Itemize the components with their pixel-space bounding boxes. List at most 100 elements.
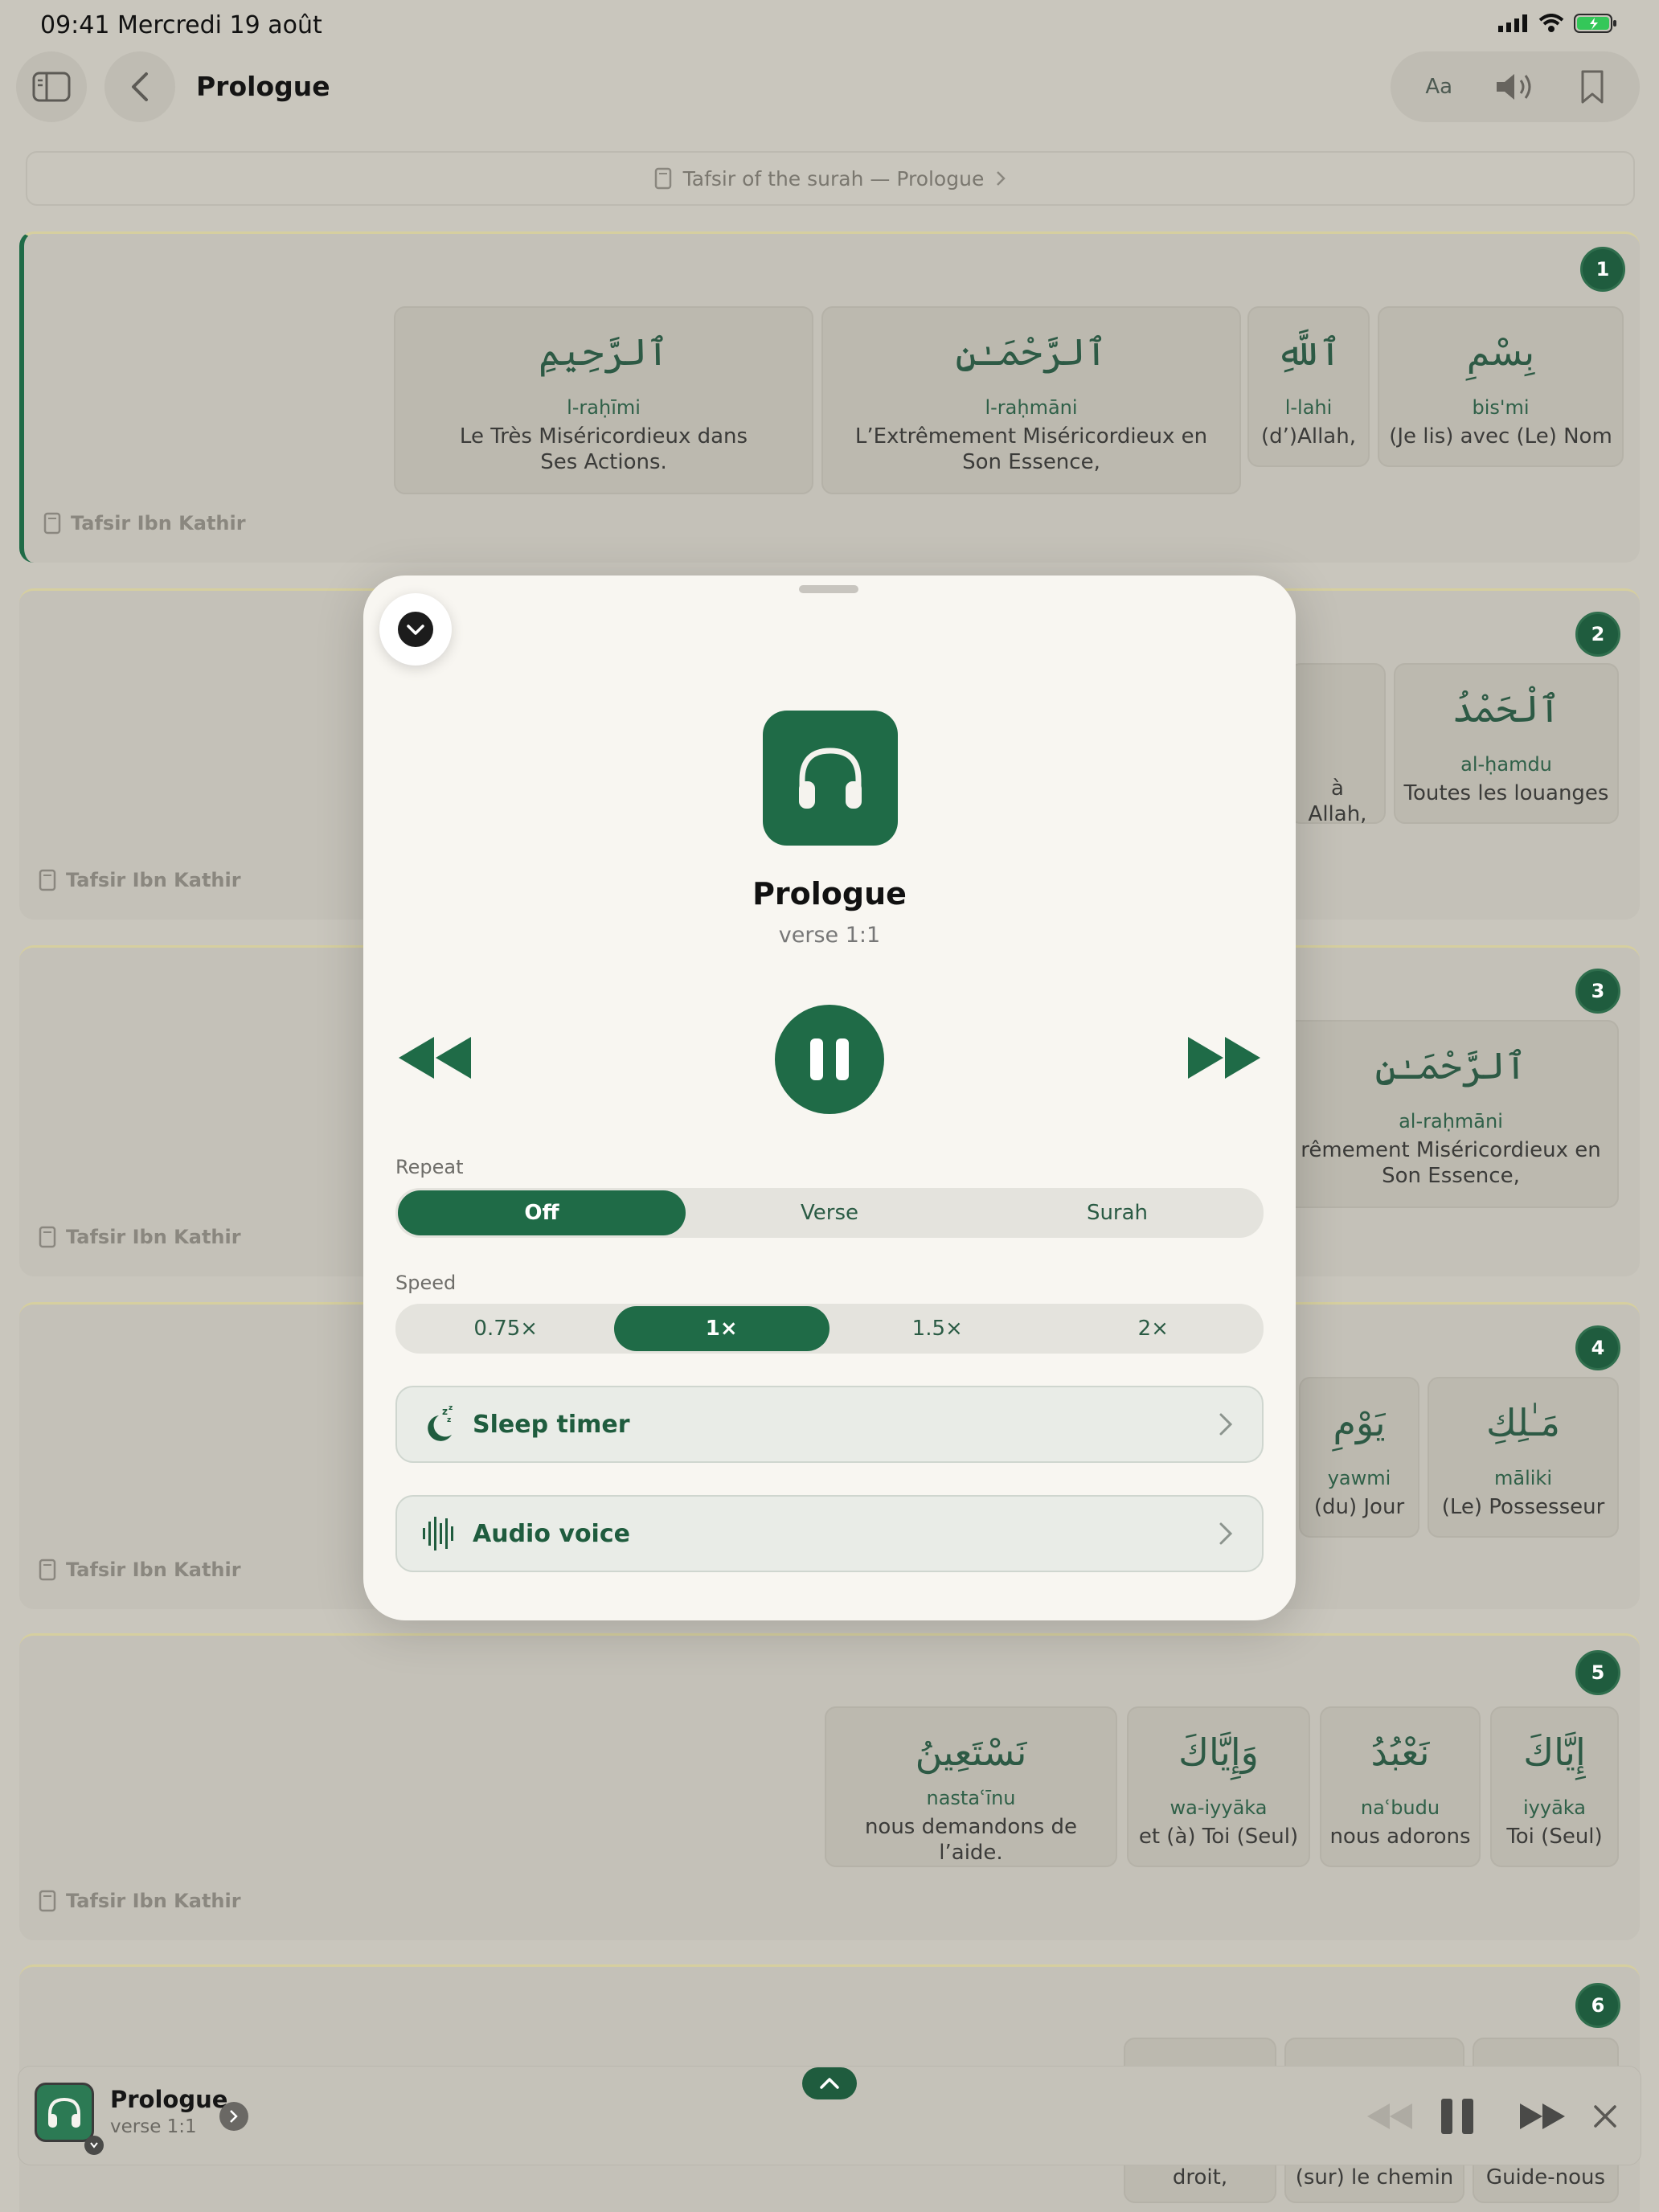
word-translit: al-raḥmāni	[1399, 1110, 1503, 1133]
speaker-icon[interactable]	[1493, 71, 1538, 103]
book-icon	[39, 869, 56, 891]
svg-text:z: z	[442, 1406, 448, 1417]
word-arabic: نَعْبُدُ	[1370, 1731, 1430, 1774]
word-card[interactable]: à Allah,	[1289, 663, 1386, 826]
word-translit: iyyāka	[1523, 1796, 1586, 1819]
word-card[interactable]: ٱلرَّحِيمِ l-raḥīmi Le Très Miséricordie…	[394, 306, 813, 494]
headphones-icon	[796, 746, 865, 810]
pause-button[interactable]	[775, 1005, 884, 1114]
sleep-timer-label: Sleep timer	[473, 1410, 630, 1439]
toolbar-group: Aa	[1391, 51, 1640, 122]
word-card[interactable]: ٱلْحَمْدُ al-ḥamdu Toutes les louanges	[1394, 663, 1619, 824]
word-translation: droit,	[1172, 2165, 1228, 2189]
word-arabic: ٱلرَّحْمَـٰنِ	[955, 330, 1108, 374]
word-card[interactable]: ٱلرَّحْمَـٰنِ al-raḥmāni rêmement Miséri…	[1283, 1020, 1619, 1208]
audio-voice-label: Audio voice	[473, 1519, 630, 1548]
word-card[interactable]: نَسْتَعِينُ nastaʿīnu nous demandons de …	[825, 1706, 1117, 1867]
word-translation: (sur) le chemin	[1295, 2165, 1454, 2189]
mini-pause-button[interactable]	[1440, 2097, 1475, 2136]
chevron-right-icon	[229, 2109, 239, 2124]
word-translit: al-ḥamdu	[1460, 753, 1552, 776]
word-card[interactable]: ٱلرَّحْمَـٰنِ l-raḥmāni L’Extrêmement Mi…	[821, 306, 1241, 494]
repeat-label: Repeat	[395, 1156, 464, 1178]
expand-player-handle[interactable]	[802, 2067, 857, 2099]
chevron-down-icon	[89, 2141, 99, 2149]
word-arabic: ٱلرَّحْمَـٰنِ	[1374, 1044, 1527, 1088]
status-icons	[1498, 13, 1617, 34]
chevron-left-icon	[130, 71, 150, 103]
word-card[interactable]: مَـٰلِكِ māliki (Le) Possesseur	[1428, 1377, 1619, 1538]
tafsir-link[interactable]: Tafsir Ibn Kathir	[39, 869, 241, 891]
verse-card-1[interactable]: 1 ٱلرَّحِيمِ l-raḥīmi Le Très Miséricord…	[19, 231, 1640, 563]
word-translation-2: Son Essence,	[962, 450, 1100, 474]
sheet-grabber[interactable]	[799, 585, 858, 593]
word-arabic: وَإِيَّاكَ	[1178, 1731, 1259, 1774]
track-subtitle: verse 1:1	[778, 923, 881, 948]
speed-option-075[interactable]: 0.75×	[398, 1306, 614, 1351]
repeat-option-surah[interactable]: Surah	[973, 1190, 1261, 1235]
word-card[interactable]: نَعْبُدُ naʿbudu nous adorons	[1320, 1706, 1481, 1867]
word-translation: Guide-nous	[1485, 2165, 1606, 2189]
mini-forward-button[interactable]	[1518, 2102, 1567, 2131]
tafsir-link[interactable]: Tafsir Ibn Kathir	[43, 512, 246, 535]
word-translation: (Je lis) avec (Le) Nom	[1389, 424, 1612, 449]
word-translation: (d’)Allah,	[1261, 424, 1356, 449]
word-arabic: ٱلرَّحِيمِ	[539, 330, 669, 374]
tafsir-link[interactable]: Tafsir Ibn Kathir	[39, 1559, 241, 1581]
mini-close-button[interactable]	[1592, 2103, 1618, 2129]
audio-player-sheet: Prologue verse 1:1 Repeat Off Verse Sura…	[363, 576, 1296, 1620]
fast-forward-button[interactable]	[1186, 1034, 1264, 1082]
sidebar-toggle-button[interactable]	[16, 51, 87, 122]
repeat-option-verse[interactable]: Verse	[686, 1190, 973, 1235]
book-icon	[43, 512, 61, 535]
word-card[interactable]: إِيَّاكَ iyyāka Toi (Seul)	[1490, 1706, 1619, 1867]
back-button[interactable]	[104, 51, 175, 122]
word-translation: Le Très Miséricordieux dans	[459, 424, 748, 449]
word-card[interactable]: يَوْمِ yawmi (du) Jour	[1299, 1377, 1419, 1538]
artwork	[763, 711, 898, 846]
word-translation-2: Ses Actions.	[540, 450, 667, 474]
collapse-button[interactable]	[379, 593, 452, 666]
battery-icon	[1574, 13, 1617, 34]
chevron-up-icon	[819, 2077, 840, 2090]
tafsir-link[interactable]: Tafsir Ibn Kathir	[39, 1226, 241, 1248]
repeat-option-off[interactable]: Off	[398, 1190, 686, 1235]
bookmark-icon[interactable]	[1579, 69, 1605, 104]
mini-rewind-button[interactable]	[1366, 2102, 1414, 2131]
rewind-button[interactable]	[395, 1034, 473, 1082]
sleep-timer-row[interactable]: zzz Sleep timer	[395, 1386, 1264, 1463]
word-translit: bis'mi	[1472, 396, 1530, 419]
word-translation: L’Extrêmement Miséricordieux en	[854, 424, 1208, 449]
pause-icon	[809, 1037, 850, 1082]
word-card[interactable]: وَإِيَّاكَ wa-iyyāka et (à) Toi (Seul)	[1127, 1706, 1310, 1867]
mini-expand-button[interactable]	[219, 2102, 248, 2131]
tafsir-label: Tafsir Ibn Kathir	[66, 1890, 241, 1912]
word-card[interactable]: ٱللَّهِ l-lahi (d’)Allah,	[1247, 306, 1370, 467]
tafsir-link[interactable]: Tafsir Ibn Kathir	[39, 1890, 241, 1912]
sidebar-icon	[32, 72, 71, 102]
speed-segmented-control: 0.75× 1× 1.5× 2×	[395, 1304, 1264, 1354]
speed-option-15[interactable]: 1.5×	[830, 1306, 1046, 1351]
word-translit: māliki	[1494, 1467, 1552, 1489]
font-size-button[interactable]: Aa	[1425, 75, 1452, 99]
cellular-icon	[1498, 14, 1529, 32]
word-arabic: إِيَّاكَ	[1523, 1731, 1586, 1774]
word-translit: l-raḥmāni	[985, 396, 1078, 419]
word-arabic: مَـٰلِكِ	[1485, 1401, 1561, 1444]
tafsir-breadcrumb[interactable]: Tafsir of the surah — Prologue	[26, 151, 1635, 206]
speed-option-2[interactable]: 2×	[1046, 1306, 1262, 1351]
verse-number: 5	[1575, 1650, 1620, 1695]
audio-voice-row[interactable]: Audio voice	[395, 1495, 1264, 1572]
verse-number: 3	[1575, 969, 1620, 1014]
chevron-right-icon	[1219, 1522, 1233, 1546]
book-icon	[39, 1559, 56, 1581]
word-translit: yawmi	[1327, 1467, 1391, 1489]
word-card[interactable]: بِسْمِ bis'mi (Je lis) avec (Le) Nom	[1378, 306, 1624, 467]
speed-option-1[interactable]: 1×	[613, 1306, 830, 1351]
book-icon	[39, 1226, 56, 1248]
chevron-down-circle-icon	[397, 611, 434, 648]
verse-card-5[interactable]: 5 نَسْتَعِينُ nastaʿīnu nous demandons d…	[19, 1633, 1640, 1940]
page-title: Prologue	[196, 71, 330, 102]
tafsir-label: Tafsir Ibn Kathir	[66, 1226, 241, 1248]
breadcrumb-label: Tafsir of the surah — Prologue	[682, 166, 985, 190]
